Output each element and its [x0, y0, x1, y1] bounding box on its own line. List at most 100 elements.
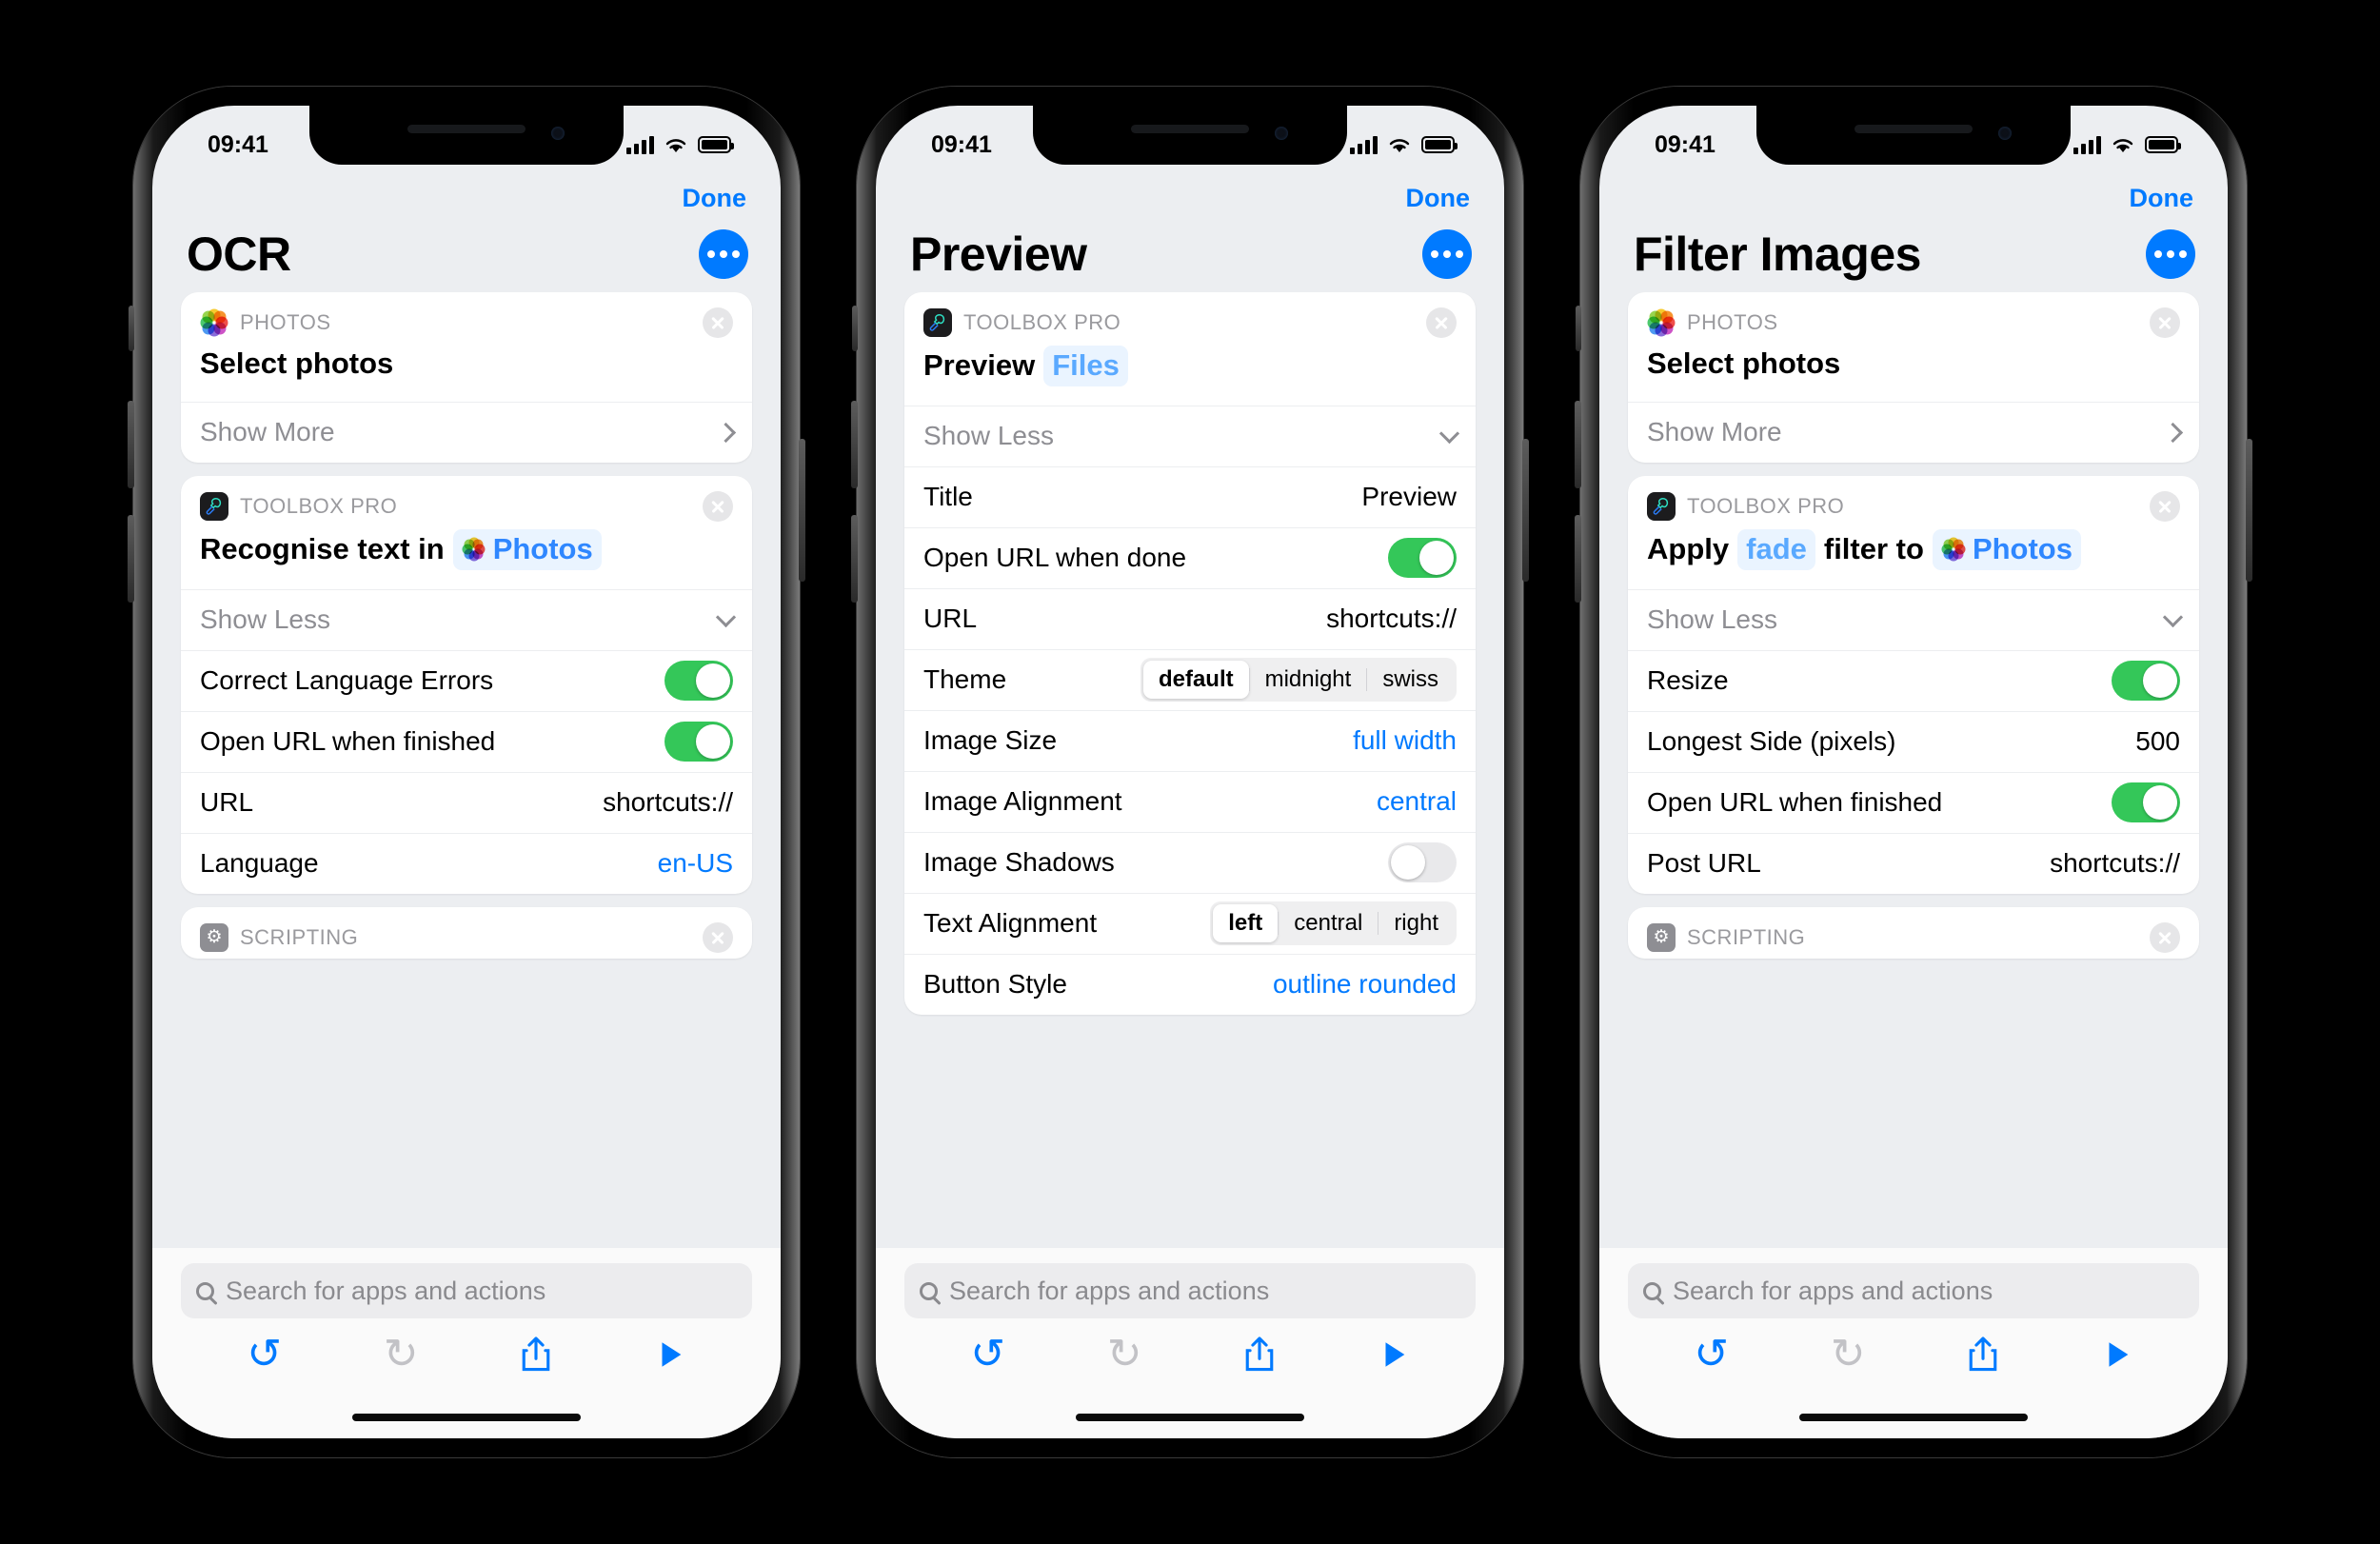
- settings-row[interactable]: Open URL when finished: [181, 710, 752, 772]
- row-value[interactable]: outline rounded: [1273, 969, 1457, 1000]
- chevron-down-icon[interactable]: [715, 606, 737, 627]
- chevron-down-icon[interactable]: [1438, 423, 1460, 444]
- close-icon[interactable]: [703, 307, 733, 338]
- home-indicator[interactable]: [1076, 1414, 1304, 1421]
- segment-option[interactable]: midnight: [1250, 661, 1367, 699]
- action-card[interactable]: TOOLBOX PRO Preview Files Show Less Title Pr…: [904, 292, 1476, 1015]
- search-input[interactable]: Search for apps and actions: [1628, 1263, 2199, 1318]
- segment-option[interactable]: central: [1279, 904, 1378, 942]
- settings-row[interactable]: Show Less: [904, 405, 1476, 466]
- settings-row[interactable]: Show Less: [181, 588, 752, 650]
- settings-row[interactable]: Post URL shortcuts://: [1628, 832, 2199, 894]
- done-button[interactable]: Done: [1406, 184, 1471, 213]
- variable-token[interactable]: fade: [1737, 528, 1815, 570]
- close-icon[interactable]: [703, 921, 733, 953]
- toggle-switch[interactable]: [2112, 661, 2180, 701]
- chevron-down-icon[interactable]: [2162, 606, 2184, 627]
- toggle-switch[interactable]: [1388, 842, 1457, 883]
- segmented-control[interactable]: default midnight swiss: [1140, 658, 1457, 703]
- home-indicator[interactable]: [352, 1414, 581, 1421]
- volume-up-button[interactable]: [1575, 401, 1581, 488]
- row-value[interactable]: en-US: [658, 848, 733, 879]
- redo-icon[interactable]: ↻: [384, 1334, 419, 1376]
- segmented-control[interactable]: left central right: [1210, 901, 1457, 946]
- settings-row[interactable]: Longest Side (pixels) 500: [1628, 710, 2199, 772]
- silent-switch[interactable]: [129, 306, 134, 351]
- settings-row[interactable]: Image Alignment central: [904, 770, 1476, 832]
- settings-row[interactable]: Show More: [1628, 401, 2199, 463]
- volume-up-button[interactable]: [128, 401, 134, 488]
- power-button[interactable]: [1522, 439, 1529, 582]
- done-button[interactable]: Done: [2130, 184, 2194, 213]
- play-icon[interactable]: [654, 1336, 686, 1374]
- row-value[interactable]: full width: [1353, 725, 1457, 756]
- share-icon[interactable]: [1967, 1335, 1999, 1375]
- variable-token[interactable]: Photos: [1932, 528, 2081, 570]
- settings-row[interactable]: Text Alignment left central right: [904, 892, 1476, 954]
- shortcut-actions-list[interactable]: PHOTOS Select photos Show More TOOLBOX PR…: [152, 292, 781, 1252]
- settings-row[interactable]: Theme default midnight swiss: [904, 648, 1476, 710]
- row-value[interactable]: Preview: [1361, 482, 1457, 512]
- more-options-button[interactable]: [699, 229, 748, 279]
- search-input[interactable]: Search for apps and actions: [904, 1263, 1476, 1318]
- close-icon[interactable]: [1426, 307, 1457, 338]
- settings-row[interactable]: URL shortcuts://: [904, 587, 1476, 649]
- home-indicator[interactable]: [1799, 1414, 2028, 1421]
- chevron-right-icon[interactable]: [715, 422, 737, 443]
- undo-icon[interactable]: ↺: [970, 1334, 1005, 1376]
- settings-row[interactable]: Image Size full width: [904, 709, 1476, 771]
- variable-token[interactable]: Photos: [452, 528, 602, 570]
- play-icon[interactable]: [2101, 1336, 2133, 1374]
- segment-option[interactable]: right: [1378, 904, 1454, 942]
- action-card[interactable]: TOOLBOX PRO Apply fade filter to Photos Show…: [1628, 475, 2199, 894]
- action-card[interactable]: PHOTOS Select photos Show More: [181, 292, 752, 463]
- redo-icon[interactable]: ↻: [1831, 1334, 1866, 1376]
- toggle-switch[interactable]: [2112, 782, 2180, 822]
- row-value[interactable]: central: [1377, 786, 1457, 817]
- segment-option[interactable]: swiss: [1367, 661, 1454, 699]
- settings-row[interactable]: Image Shadows: [904, 831, 1476, 893]
- volume-up-button[interactable]: [851, 401, 858, 488]
- row-value[interactable]: 500: [2135, 726, 2180, 757]
- power-button[interactable]: [2246, 439, 2252, 582]
- close-icon[interactable]: [2150, 307, 2180, 338]
- settings-row[interactable]: Show Less: [1628, 588, 2199, 650]
- variable-token[interactable]: Files: [1043, 346, 1128, 386]
- share-icon[interactable]: [520, 1335, 552, 1375]
- settings-row[interactable]: Resize: [1628, 649, 2199, 711]
- silent-switch[interactable]: [1576, 306, 1581, 351]
- segment-option[interactable]: default: [1142, 661, 1249, 700]
- action-card[interactable]: ⚙ SCRIPTING: [1628, 906, 2199, 959]
- action-card[interactable]: PHOTOS Select photos Show More: [1628, 292, 2199, 463]
- settings-row[interactable]: Open URL when done: [904, 526, 1476, 588]
- volume-down-button[interactable]: [1575, 515, 1581, 603]
- close-icon[interactable]: [2150, 921, 2180, 953]
- segment-option[interactable]: left: [1213, 904, 1279, 943]
- volume-down-button[interactable]: [851, 515, 858, 603]
- play-icon[interactable]: [1378, 1336, 1410, 1374]
- shortcut-actions-list[interactable]: TOOLBOX PRO Preview Files Show Less Title Pr…: [876, 292, 1504, 1252]
- shortcut-actions-list[interactable]: PHOTOS Select photos Show More TOOLBOX PR…: [1599, 292, 2228, 1252]
- toggle-switch[interactable]: [664, 661, 733, 701]
- silent-switch[interactable]: [852, 306, 858, 351]
- settings-row[interactable]: URL shortcuts://: [181, 771, 752, 833]
- done-button[interactable]: Done: [683, 184, 747, 213]
- row-value[interactable]: shortcuts://: [2050, 848, 2180, 879]
- settings-row[interactable]: Open URL when finished: [1628, 771, 2199, 833]
- more-options-button[interactable]: [2146, 229, 2195, 279]
- toggle-switch[interactable]: [1388, 538, 1457, 579]
- redo-icon[interactable]: ↻: [1107, 1334, 1142, 1376]
- action-card[interactable]: TOOLBOX PRO Recognise text in Photos Show …: [181, 475, 752, 894]
- row-value[interactable]: shortcuts://: [603, 787, 733, 818]
- undo-icon[interactable]: ↺: [1694, 1334, 1729, 1376]
- row-value[interactable]: shortcuts://: [1326, 604, 1457, 634]
- share-icon[interactable]: [1243, 1335, 1276, 1375]
- settings-row[interactable]: Button Style outline rounded: [904, 953, 1476, 1015]
- close-icon[interactable]: [2150, 490, 2180, 522]
- close-icon[interactable]: [703, 490, 733, 522]
- toggle-switch[interactable]: [664, 722, 733, 762]
- settings-row[interactable]: Title Preview: [904, 465, 1476, 527]
- search-input[interactable]: Search for apps and actions: [181, 1263, 752, 1318]
- settings-row[interactable]: Show More: [181, 401, 752, 463]
- chevron-right-icon[interactable]: [2162, 422, 2184, 443]
